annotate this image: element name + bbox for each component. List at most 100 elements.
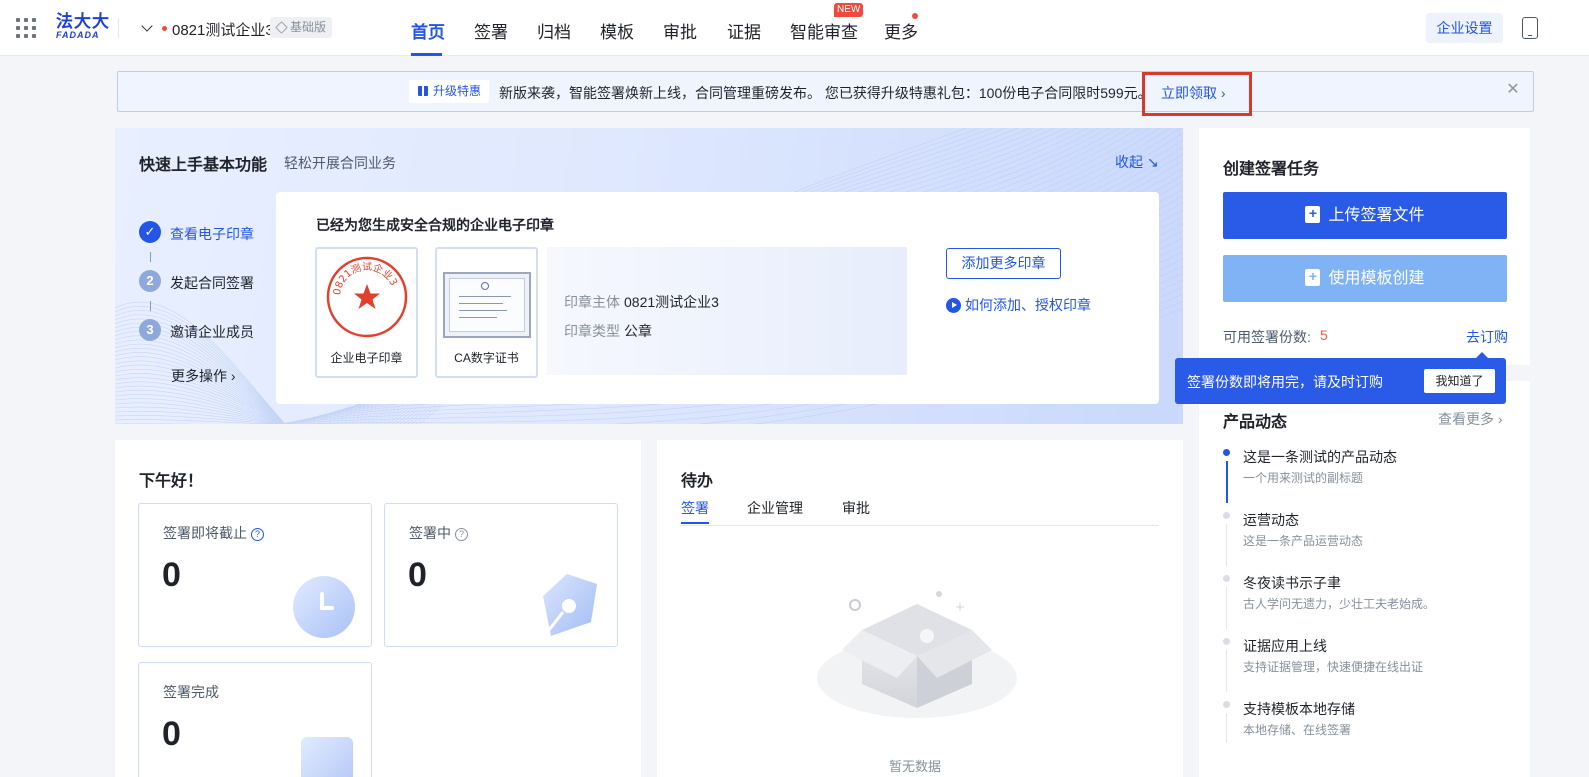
collapse-link[interactable]: 收起 ↘ xyxy=(1115,152,1159,172)
top-bar: 法大大 FADADA 0821测试企业3 基础版 首页 签署 归档 模板 审批 … xyxy=(0,0,1589,56)
step-invite-members[interactable]: 邀请企业成员 xyxy=(170,322,254,342)
ca-certificate-card[interactable]: CA数字证书 xyxy=(435,247,538,378)
add-more-seals-button[interactable]: 添加更多印章 xyxy=(946,248,1061,279)
timeline-line xyxy=(1226,524,1227,566)
stat-card-deadline[interactable]: 签署即将截止? 0 xyxy=(138,503,372,647)
timeline-line xyxy=(1226,650,1227,692)
seal-type-value: 公章 xyxy=(624,323,652,339)
tab-active-indicator xyxy=(681,522,709,524)
quota-value: 5 xyxy=(1320,327,1328,343)
purchase-link[interactable]: 去订购 xyxy=(1466,327,1508,347)
nav-active-indicator xyxy=(411,53,442,56)
logo-cn: 法大大 xyxy=(56,12,110,31)
step-connector xyxy=(150,252,151,262)
timeline-line xyxy=(1226,587,1227,629)
enterprise-seal-label: 企业电子印章 xyxy=(330,351,403,365)
enterprise-seal-card[interactable]: 0821测试企业3 企业电子印章 xyxy=(315,247,418,378)
nav-approval[interactable]: 审批 xyxy=(663,18,697,43)
app-grid-icon[interactable] xyxy=(16,18,36,38)
more-operations-link[interactable]: 更多操作 › xyxy=(171,366,236,386)
enterprise-settings-button[interactable]: 企业设置 xyxy=(1426,13,1503,43)
stat-label: 签署中? xyxy=(409,523,468,543)
quick-start-title: 快速上手基本功能 xyxy=(139,157,268,174)
timeline-dot xyxy=(1223,575,1230,582)
promo-tag: 升级特惠 xyxy=(409,80,490,103)
step-connector xyxy=(150,301,151,311)
upload-file-button[interactable]: 上传签署文件 xyxy=(1223,192,1507,239)
tab-divider xyxy=(681,525,1159,526)
company-switcher[interactable]: 0821测试企业3 xyxy=(172,19,274,40)
nav-smart-review[interactable]: 智能审查 xyxy=(790,18,858,43)
mobile-icon[interactable] xyxy=(1522,17,1538,39)
file-add-icon xyxy=(1305,205,1321,223)
seal-owner-key: 印章主体 xyxy=(564,294,620,310)
play-icon xyxy=(946,298,961,313)
help-icon[interactable]: ? xyxy=(455,528,468,541)
stat-label: 签署即将截止? xyxy=(163,523,264,543)
stat-label-text: 签署即将截止 xyxy=(163,525,247,541)
nav-more[interactable]: 更多 xyxy=(884,18,918,43)
fadada-logo[interactable]: 法大大 FADADA xyxy=(56,12,110,40)
empty-box-icon: + xyxy=(817,591,1017,718)
promo-text: 新版来袭，智能签署焕新上线，合同管理重磅发布。 您已获得升级特惠礼包：100份电… xyxy=(499,85,1152,101)
nav-evidence[interactable]: 证据 xyxy=(727,18,761,43)
clock-icon xyxy=(293,576,355,638)
step-view-seal[interactable]: 查看电子印章 xyxy=(170,224,254,244)
how-to-add-seal-link[interactable]: 如何添加、授权印章 xyxy=(946,295,1091,315)
seal-owner-value: 0821测试企业3 xyxy=(624,294,719,310)
red-seal-icon: 0821测试企业3 xyxy=(326,256,408,338)
pen-nib-icon xyxy=(543,574,597,636)
news-item-title[interactable]: 证据应用上线 xyxy=(1243,636,1327,656)
news-item-title[interactable]: 冬夜读书示子聿 xyxy=(1243,573,1341,593)
edition-label: 基础版 xyxy=(290,20,327,34)
tab-sign[interactable]: 签署 xyxy=(681,498,709,518)
step-2-number: 2 xyxy=(139,270,161,292)
todo-title: 待办 xyxy=(681,473,714,490)
divider xyxy=(118,18,119,38)
news-item-title[interactable]: 运营动态 xyxy=(1243,510,1299,530)
timeline-line xyxy=(1226,461,1228,503)
news-item-subtitle: 支持证据管理，快速便捷在线出证 xyxy=(1243,660,1424,674)
nav-template[interactable]: 模板 xyxy=(600,18,634,43)
nav-home[interactable]: 首页 xyxy=(411,18,445,43)
stat-label-text: 签署中 xyxy=(409,525,451,541)
ca-certificate-label: CA数字证书 xyxy=(454,351,519,365)
news-item-title[interactable]: 这是一条测试的产品动态 xyxy=(1243,447,1397,467)
close-icon[interactable]: ✕ xyxy=(1506,82,1520,98)
svg-text:+: + xyxy=(955,600,965,614)
news-item-title[interactable]: 支持模板本地存储 xyxy=(1243,699,1355,719)
claim-now-link[interactable]: 立即领取 › xyxy=(1161,83,1226,103)
stat-card-completed[interactable]: 签署完成 0 xyxy=(138,662,372,777)
tab-enterprise-management[interactable]: 企业管理 xyxy=(747,498,803,518)
new-badge: NEW xyxy=(834,3,864,17)
more-red-dot xyxy=(912,13,918,19)
stat-value: 0 xyxy=(408,556,427,594)
template-icon xyxy=(1305,268,1321,286)
step-start-contract[interactable]: 发起合同签署 xyxy=(170,273,254,293)
stat-label-text: 签署完成 xyxy=(163,684,219,700)
got-it-button[interactable]: 我知道了 xyxy=(1424,369,1495,393)
nav-archive[interactable]: 归档 xyxy=(537,18,571,43)
greeting-title: 下午好！ xyxy=(139,473,204,490)
step-3-number: 3 xyxy=(139,319,161,341)
create-task-title: 创建签署任务 xyxy=(1223,161,1320,178)
product-news-title: 产品动态 xyxy=(1223,414,1288,431)
document-icon xyxy=(301,737,353,777)
view-more-link[interactable]: 查看更多 › xyxy=(1438,409,1503,429)
help-icon[interactable]: ? xyxy=(251,528,264,541)
logo-en: FADADA xyxy=(56,30,100,40)
notification-dot xyxy=(162,26,167,31)
tooltip-text: 签署份数即将用完，请及时订购 xyxy=(1187,374,1383,390)
stat-card-signing[interactable]: 签署中? 0 xyxy=(384,503,618,647)
news-item-subtitle: 一个用来测试的副标题 xyxy=(1243,471,1364,485)
use-template-button[interactable]: 使用模板创建 xyxy=(1223,255,1507,302)
gift-icon xyxy=(418,86,428,96)
nav-sign[interactable]: 签署 xyxy=(474,18,508,43)
news-item-subtitle: 这是一条产品运营动态 xyxy=(1243,534,1364,548)
timeline-dot xyxy=(1223,449,1230,456)
edition-badge: 基础版 xyxy=(270,17,333,38)
timeline-dot xyxy=(1223,701,1230,708)
seal-panel-title: 已经为您生成安全合规的企业电子印章 xyxy=(316,217,554,233)
tab-approval[interactable]: 审批 xyxy=(842,498,870,518)
chevron-down-icon[interactable] xyxy=(141,20,153,32)
